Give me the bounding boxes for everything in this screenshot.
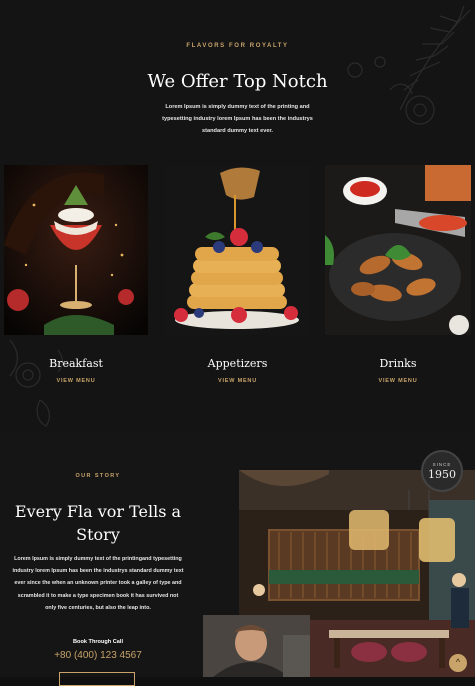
view-menu-link-breakfast[interactable]: VIEW MENU bbox=[4, 378, 148, 384]
story-cta-button[interactable] bbox=[59, 672, 135, 686]
menu-item-title-appetizers: Appetizers bbox=[207, 357, 268, 370]
story-title: Every Fla vor Tells a Story bbox=[14, 502, 182, 544]
since-badge: SINCE 1950 bbox=[421, 450, 463, 492]
hero-title: We Offer Top Notch bbox=[147, 71, 328, 92]
breakfast-image bbox=[4, 165, 148, 335]
badge-since-label: SINCE bbox=[432, 462, 452, 467]
menu-item-title-drinks: Drinks bbox=[379, 357, 417, 370]
phone-number-link[interactable]: +80 (400) 123 4567 bbox=[0, 650, 196, 661]
story-description: Lorem Ipsum is simply dummy text of the … bbox=[12, 556, 184, 611]
hero-description: Lorem Ipsum is simply dummy text of the … bbox=[162, 104, 313, 134]
chef-image bbox=[203, 615, 310, 677]
drinks-image bbox=[325, 165, 471, 335]
appetizers-image bbox=[165, 165, 310, 335]
chevron-up-icon: ^ bbox=[455, 657, 461, 667]
menu-item-title-breakfast: Breakfast bbox=[49, 357, 103, 370]
story-kicker: OUR STORY bbox=[75, 473, 121, 479]
scroll-to-top-button[interactable]: ^ bbox=[449, 654, 467, 672]
view-menu-link-drinks[interactable]: VIEW MENU bbox=[325, 378, 471, 384]
book-through-call-label: Book Through Call bbox=[72, 639, 124, 645]
view-menu-link-appetizers[interactable]: VIEW MENU bbox=[165, 378, 310, 384]
badge-year: 1950 bbox=[428, 468, 456, 481]
offer-section: FLAVORS FOR ROYALTY We Offer Top Notch L… bbox=[0, 0, 475, 432]
hero-kicker: FLAVORS FOR ROYALTY bbox=[186, 43, 289, 49]
